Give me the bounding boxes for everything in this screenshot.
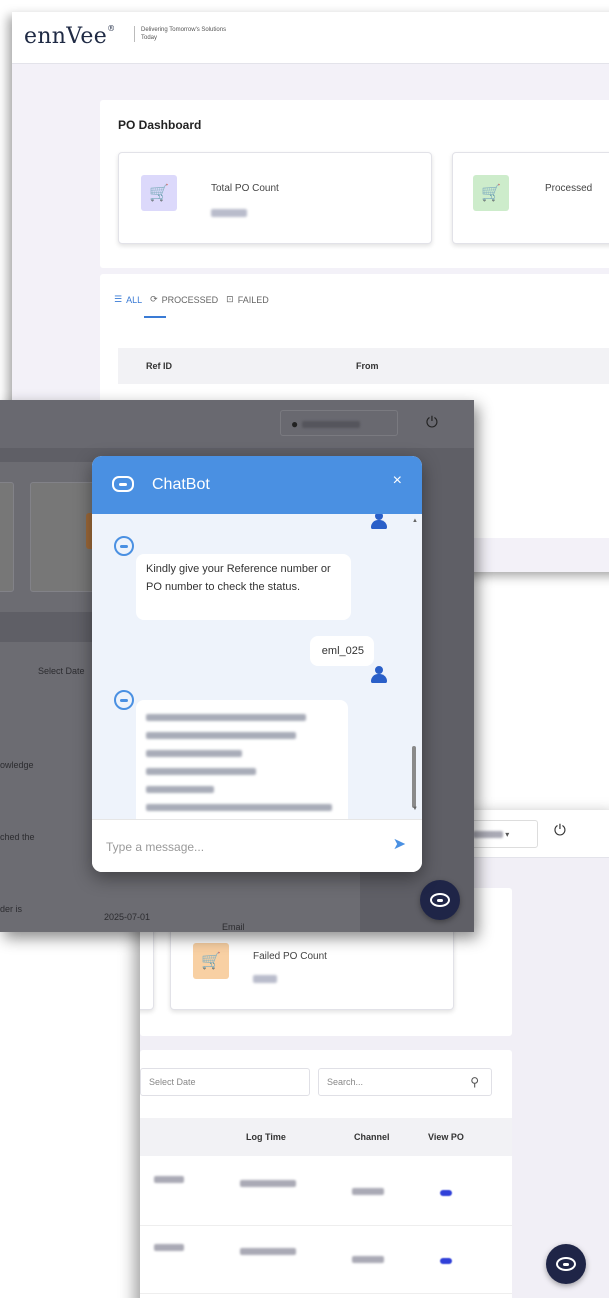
close-icon[interactable]: × [393,472,402,490]
table-header: Log Time Channel View PO [140,1118,512,1156]
col-view-po: View PO [428,1132,464,1142]
top-navbar: ● ⏻ [0,400,474,448]
total-po-count-label: Total PO Count [211,183,279,194]
message-input[interactable] [106,836,366,858]
list-icon: ☰ [114,294,123,304]
log-date: 2025-07-01 [104,912,151,922]
chatbot-title: ChatBot [152,476,210,493]
chatbot-window: ChatBot × Kindly give your Reference num… [92,456,422,872]
select-date-input[interactable]: Select Date [140,1068,310,1096]
cart-check-icon: 🛒 [473,175,509,211]
scroll-up-arrow[interactable]: ▲ [412,518,418,524]
col-from: From [356,361,379,371]
po-table-panel: Select Date Search... ⚲ Log Time Channel… [140,1050,512,1298]
chatbot-launcher-button[interactable] [420,880,460,920]
bot-icon [430,893,450,907]
view-po-icon[interactable] [440,1258,452,1264]
ennvee-logo: ennVee® [24,24,116,49]
failed-po-count-value-blurred [253,975,277,983]
failed-po-count-label: Failed PO Count [253,951,327,962]
tab-all[interactable]: ☰ ALL [114,294,142,305]
status-tabs: ☰ ALL ⟳ PROCESSED ⊡ FAILED [114,294,269,305]
bot-message: Kindly give your Reference number or PO … [136,554,351,620]
processed-po-card[interactable]: 🛒 Processed [452,152,609,244]
bot-avatar-icon [114,690,134,710]
select-date-input[interactable]: Select Date [38,666,85,676]
total-po-count-value-blurred [211,209,247,217]
chatbot-header: ChatBot × [92,456,422,514]
search-icon: ⚲ [470,1075,479,1089]
total-po-count-card[interactable]: 🛒 Total PO Count [118,152,432,244]
table-row [140,1226,512,1294]
user-menu[interactable]: ● [280,410,398,436]
user-icon: ● [291,417,299,431]
bot-icon [556,1257,576,1271]
processed-po-label: Processed [545,183,593,194]
chat-scrollbar[interactable] [412,746,416,808]
cart-icon: 🛒 [141,175,177,211]
col-channel: Channel [354,1132,390,1142]
search-input[interactable]: Search... ⚲ [318,1068,492,1096]
chat-messages: Kindly give your Reference number or PO … [92,514,422,819]
scroll-down-arrow[interactable]: ▼ [412,806,418,812]
col-ref-id: Ref ID [146,361,173,371]
chatbot-launcher-button[interactable] [546,1244,586,1284]
user-message: eml_025 [310,636,374,666]
active-tab-indicator [144,316,166,318]
po-dashboard-panel: PO Dashboard 🛒 Total PO Count 🛒 Processe… [100,100,609,268]
dashboard-window-middle: ● ⏻ Select Date owledge ched the der is … [0,400,474,932]
bot-avatar-icon [114,536,134,556]
failed-box-icon: ⊡ [226,294,234,304]
tab-failed[interactable]: ⊡ FAILED [226,294,269,305]
power-icon[interactable]: ⏻ [426,414,438,431]
user-avatar-icon [370,666,388,684]
table-header: Ref ID From [118,348,609,384]
cart-x-icon: 🛒 [193,943,229,979]
col-log-time: Log Time [246,1132,286,1142]
chat-input-bar: ➤ [92,819,422,872]
logo-tagline: Delivering Tomorrow's Solutions Today [134,26,234,42]
page-title: PO Dashboard [118,118,202,132]
refresh-icon: ⟳ [150,294,158,304]
power-icon[interactable]: ⏻ [554,822,566,839]
bot-icon [112,476,134,492]
bot-message-po-summary [136,700,348,819]
table-row [140,1158,512,1226]
send-icon[interactable]: ➤ [393,834,406,854]
view-po-icon[interactable] [440,1190,452,1196]
channel-cell: Email [222,922,245,932]
tab-processed[interactable]: ⟳ PROCESSED [150,294,218,305]
user-avatar-icon [370,514,388,530]
top-navbar: ennVee® Delivering Tomorrow's Solutions … [12,12,609,64]
